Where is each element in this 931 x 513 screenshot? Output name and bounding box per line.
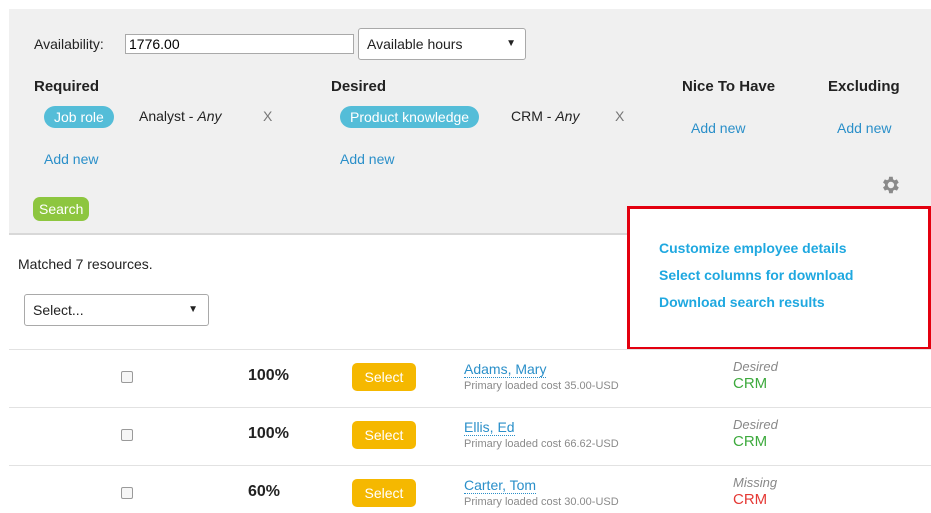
- desired-add-new-link[interactable]: Add new: [340, 151, 394, 167]
- loaded-cost: Primary loaded cost 35.00-USD: [464, 380, 619, 392]
- resource-name-link[interactable]: Carter, Tom: [464, 478, 537, 494]
- skill-status: Desired: [733, 417, 778, 432]
- match-percent: 60%: [248, 483, 281, 500]
- nice-to-have-add-new-link[interactable]: Add new: [691, 120, 745, 136]
- availability-input[interactable]: [125, 34, 354, 54]
- desired-heading: Desired: [331, 78, 387, 95]
- menu-item-select-columns[interactable]: Select columns for download: [659, 267, 853, 283]
- table-row: 100% Select Ellis, Ed Primary loaded cos…: [9, 407, 931, 466]
- search-criteria-panel: Availability: Available hours ▼ Required…: [9, 9, 931, 235]
- availability-label: Availability:: [34, 36, 104, 52]
- bulk-action-value: Select...: [33, 302, 84, 318]
- skill-status: Desired: [733, 359, 778, 374]
- search-button[interactable]: Search: [33, 197, 90, 221]
- availability-unit-select[interactable]: Available hours ▼: [358, 28, 526, 60]
- chevron-down-icon: ▼: [188, 304, 198, 315]
- table-row: 100% Select Adams, Mary Primary loaded c…: [9, 349, 931, 408]
- desired-qualifier: Any: [555, 108, 580, 124]
- loaded-cost: Primary loaded cost 66.62-USD: [464, 438, 619, 450]
- required-value-text: Analyst: [139, 108, 185, 124]
- desired-remove-button[interactable]: X: [615, 108, 624, 124]
- table-row: 60% Select Carter, Tom Primary loaded co…: [9, 465, 931, 513]
- gear-icon[interactable]: [879, 174, 901, 196]
- nice-to-have-heading: Nice To Have: [682, 78, 776, 95]
- match-percent: 100%: [248, 367, 289, 384]
- required-value: Analyst - Any: [139, 108, 222, 124]
- loaded-cost: Primary loaded cost 30.00-USD: [464, 496, 619, 508]
- menu-item-download-results[interactable]: Download search results: [659, 294, 825, 310]
- required-add-new-link[interactable]: Add new: [44, 151, 98, 167]
- row-checkbox[interactable]: [121, 487, 133, 499]
- row-checkbox[interactable]: [121, 371, 133, 383]
- resource-name-link[interactable]: Ellis, Ed: [464, 420, 515, 436]
- desired-value-text: CRM: [511, 108, 543, 124]
- skill-name: CRM: [733, 375, 768, 392]
- skill-name: CRM: [733, 433, 768, 450]
- menu-item-customize-details[interactable]: Customize employee details: [659, 240, 847, 256]
- skill-name: CRM: [733, 491, 768, 508]
- select-button[interactable]: Select: [352, 479, 416, 507]
- matched-count-text: Matched 7 resources.: [18, 256, 153, 272]
- match-percent: 100%: [248, 425, 289, 442]
- required-heading: Required: [34, 78, 100, 95]
- bulk-action-select[interactable]: Select... ▼: [24, 294, 209, 326]
- availability-unit-value: Available hours: [367, 36, 463, 52]
- select-button[interactable]: Select: [352, 421, 416, 449]
- required-chip[interactable]: Job role: [44, 106, 114, 128]
- desired-chip[interactable]: Product knowledge: [340, 106, 480, 128]
- required-qualifier: Any: [197, 108, 222, 124]
- desired-value: CRM - Any: [511, 108, 580, 124]
- select-button[interactable]: Select: [352, 363, 416, 391]
- excluding-heading: Excluding: [828, 78, 900, 95]
- required-remove-button[interactable]: X: [263, 108, 272, 124]
- row-checkbox[interactable]: [121, 429, 133, 441]
- chevron-down-icon: ▼: [506, 38, 516, 49]
- excluding-add-new-link[interactable]: Add new: [837, 120, 891, 136]
- settings-menu: Customize employee details Select column…: [627, 206, 931, 350]
- resource-name-link[interactable]: Adams, Mary: [464, 362, 547, 378]
- skill-status: Missing: [733, 475, 778, 490]
